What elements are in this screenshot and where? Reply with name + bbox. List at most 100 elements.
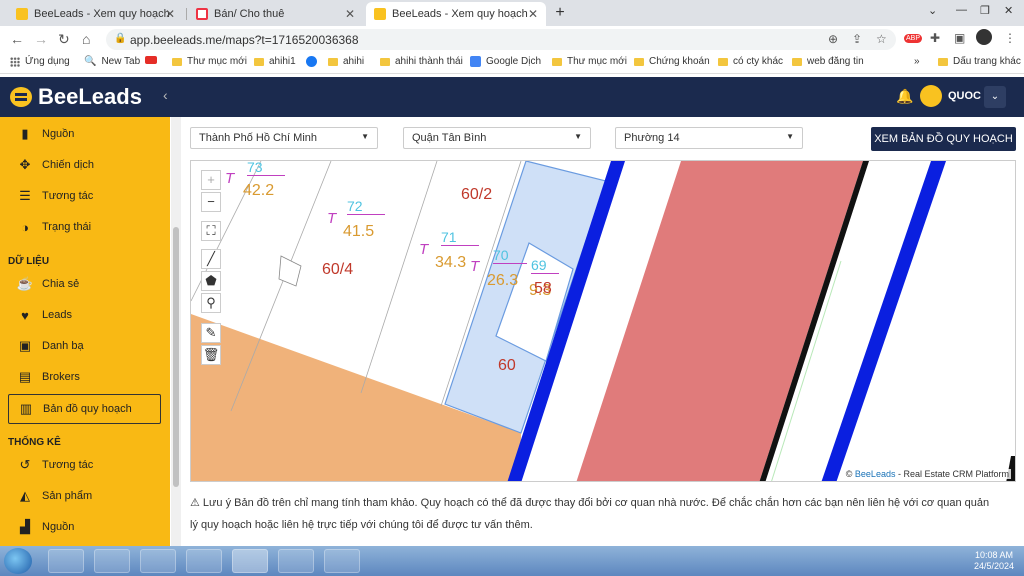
attribution-link[interactable]: BeeLeads: [855, 469, 896, 479]
system-clock[interactable]: 10:08 AM 24/5/2024: [974, 550, 1014, 572]
chrome-icon[interactable]: [232, 549, 268, 573]
reload-icon[interactable]: ↻: [58, 31, 70, 48]
google-translate-icon: [470, 56, 481, 67]
bookmark-folder-3[interactable]: ahihi: [328, 56, 364, 67]
draw-line-icon[interactable]: ╱: [201, 249, 221, 269]
address-bar[interactable]: 🔒 app.beeleads.me/maps?t=1716520036368 ⊕…: [106, 29, 896, 50]
sidebar-item-planning-map[interactable]: ▥ Bản đồ quy hoạch: [8, 394, 161, 424]
adblock-icon[interactable]: ABP: [904, 34, 923, 43]
tab-search-icon[interactable]: ⌄: [928, 4, 937, 17]
folder-icon: [172, 57, 182, 66]
city-select[interactable]: Thành Phố Hồ Chí Minh ▼: [190, 127, 378, 149]
sidebar-item-leads[interactable]: ♥ Leads: [8, 300, 161, 330]
tab-title: BeeLeads - Xem quy hoạch: [34, 8, 170, 20]
restore-icon[interactable]: ❐: [980, 4, 990, 17]
browser-tab-1[interactable]: BeeLeads - Xem quy hoạch ✕: [8, 2, 183, 26]
zoom-out-button[interactable]: −: [201, 192, 221, 212]
bookmark-youtube[interactable]: [145, 56, 162, 64]
sidebar-item-share[interactable]: ☕ Chia sẻ: [8, 269, 161, 299]
parcel-area: 42.2: [243, 182, 275, 199]
back-icon[interactable]: ←: [10, 31, 24, 47]
bookmark-google-translate[interactable]: Google Dịch: [470, 56, 541, 67]
sidebar-item-interactions[interactable]: ☰ Tương tác: [8, 181, 161, 211]
star-icon[interactable]: ☆: [876, 32, 887, 46]
profile-avatar[interactable]: [976, 29, 992, 45]
folder-icon: [718, 57, 728, 66]
bookmark-folder-7[interactable]: có cty khác: [718, 56, 783, 67]
beeleads-logo[interactable]: BeeLeads: [10, 84, 142, 110]
bookmark-folder-8[interactable]: web đăng tin: [792, 56, 864, 67]
contact-icon: ▣: [18, 338, 32, 353]
bookmark-folder-1[interactable]: Thư mục mới: [172, 56, 247, 67]
sidebar-item-campaigns[interactable]: ✥ Chiến dịch: [8, 150, 161, 180]
edit-icon[interactable]: ✎: [201, 323, 221, 343]
tab-title: BeeLeads - Xem quy hoạch: [392, 8, 528, 20]
bookmark-icon: ▮: [21, 126, 29, 141]
close-window-icon[interactable]: ✕: [1004, 4, 1013, 17]
explorer-icon[interactable]: [94, 549, 130, 573]
bell-icon[interactable]: 🔔: [896, 88, 913, 105]
bookmark-folder-6[interactable]: Chứng khoán: [634, 56, 710, 67]
forward-icon[interactable]: →: [34, 31, 48, 47]
media-player-icon[interactable]: [140, 549, 176, 573]
list-icon: ☰: [19, 188, 31, 203]
bookmark-folder-2[interactable]: ahihi1: [254, 56, 296, 67]
sidebar-item-brokers[interactable]: ▤ Brokers: [8, 362, 161, 392]
home-icon[interactable]: ⌂: [82, 31, 90, 47]
sidebar-item-stats-interactions[interactable]: ↺ Tương tác: [8, 450, 161, 480]
new-tab-button[interactable]: +: [550, 4, 570, 22]
url-text: app.beeleads.me/maps?t=1716520036368: [130, 33, 359, 47]
sidepanel-icon[interactable]: ▣: [954, 31, 965, 45]
draw-polygon-icon[interactable]: ⬟: [201, 271, 221, 291]
bookmark-folder-4[interactable]: ahihi thành thái: [380, 56, 463, 67]
user-avatar[interactable]: [920, 85, 942, 107]
zoom-icon[interactable]: ⊕: [828, 32, 838, 46]
network-app-icon[interactable]: [324, 549, 360, 573]
other-bookmarks-folder[interactable]: Dấu trang khác: [938, 56, 1021, 67]
ie-icon[interactable]: [48, 549, 84, 573]
view-planning-map-button[interactable]: XEM BẢN ĐỒ QUY HOẠCH: [871, 127, 1016, 151]
half-circle-icon: ◑: [21, 219, 29, 235]
parcel-number: 71: [441, 229, 479, 246]
minimize-icon[interactable]: —: [956, 4, 967, 16]
start-button[interactable]: [4, 548, 32, 574]
tab-separator: [186, 8, 187, 20]
browser-tab-3[interactable]: BeeLeads - Xem quy hoạch ✕: [366, 2, 546, 26]
bookmark-folder-5[interactable]: Thư mục mới: [552, 56, 627, 67]
user-menu-dropdown[interactable]: ⌄: [984, 86, 1006, 108]
ward-select[interactable]: Phường 14 ▼: [615, 127, 803, 149]
collapse-sidebar-icon[interactable]: ‹: [163, 87, 168, 103]
folder-icon: [380, 57, 390, 66]
bookmark-new-tab[interactable]: 🔍 New Tab: [84, 56, 140, 67]
sidebar-item-stats-products[interactable]: ◭ Sản phẩm: [8, 481, 161, 511]
bookmark-facebook[interactable]: [306, 56, 322, 67]
browser-tab-2[interactable]: Bán/ Cho thuê ✕: [188, 2, 363, 26]
scrollbar-thumb[interactable]: [173, 227, 179, 487]
beeleads-favicon-icon: [374, 8, 386, 20]
marker-icon[interactable]: ⚲: [201, 293, 221, 313]
sidebar-item-status[interactable]: ◑ Trạng thái: [8, 212, 161, 242]
district-select[interactable]: Quận Tân Bình ▼: [403, 127, 591, 149]
facebook-icon: [306, 56, 317, 67]
close-icon[interactable]: ✕: [528, 7, 538, 21]
zalo-icon[interactable]: [186, 549, 222, 573]
bookmark-apps[interactable]: Ứng dụng: [10, 56, 70, 67]
viber-icon[interactable]: [278, 549, 314, 573]
apps-grid-icon: [10, 56, 20, 67]
close-icon[interactable]: ✕: [345, 7, 355, 21]
menu-dots-icon[interactable]: ⋮: [1004, 31, 1016, 45]
sidebar-item-sources[interactable]: ▮ Nguồn: [8, 119, 161, 149]
zoom-in-button[interactable]: +: [201, 170, 221, 190]
sidebar-scrollbar[interactable]: [171, 117, 181, 546]
folder-icon: [254, 57, 264, 66]
planning-map[interactable]: T 73 42.2 T 72 41.5 T 71 34.3 T 70 26.3 …: [190, 160, 1016, 482]
sidebar-item-stats-sources[interactable]: ▟ Nguồn: [8, 512, 161, 542]
more-bookmarks-button[interactable]: »: [914, 56, 920, 67]
share-icon[interactable]: ⇪: [852, 32, 862, 46]
sidebar-item-contacts[interactable]: ▣ Danh bạ: [8, 331, 161, 361]
extensions-icon[interactable]: ✚: [930, 31, 940, 45]
close-icon[interactable]: ✕: [165, 7, 175, 21]
fullscreen-icon[interactable]: ⛶: [201, 221, 221, 241]
lock-icon: 🔒: [114, 33, 127, 44]
trash-icon[interactable]: 🗑: [201, 345, 221, 365]
